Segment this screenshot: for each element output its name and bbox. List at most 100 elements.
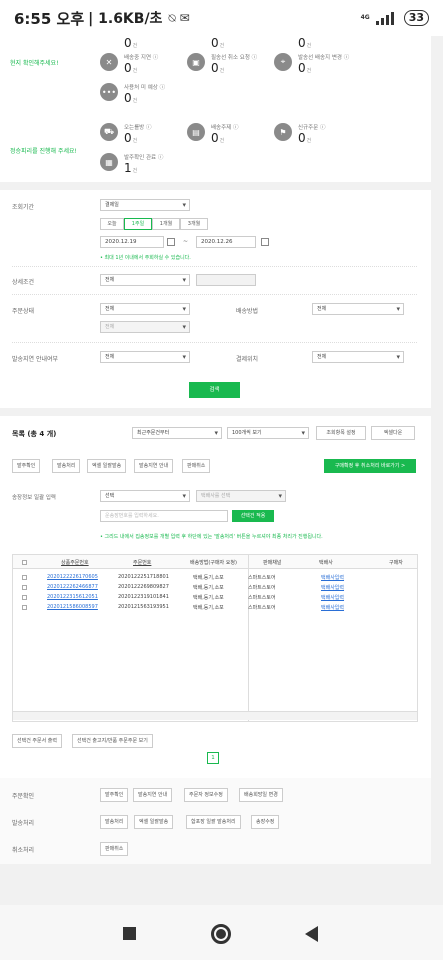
edit-orderer-button[interactable]: 주문자 정보수정: [184, 788, 228, 802]
list-title: 목록 (총 4 개): [12, 430, 57, 438]
excel-ship-button[interactable]: 엑셀 일괄발송: [134, 815, 174, 829]
status-sub-select[interactable]: 전체: [100, 321, 190, 333]
horizontal-scrollbar[interactable]: [13, 711, 417, 720]
calendar-icon[interactable]: [261, 238, 269, 246]
stat-cancel-request[interactable]: ▣ 필송선 취소 요청 ⓘ 0건: [187, 53, 267, 83]
recents-icon[interactable]: [123, 927, 136, 940]
tab-delay-notice[interactable]: 발송지연 안내: [134, 459, 174, 473]
order-item-link[interactable]: 2020122262466877: [47, 584, 98, 590]
sort-select[interactable]: 최근주문건부터: [132, 427, 222, 439]
detail-select[interactable]: 전체: [100, 274, 190, 286]
signal-icon: [375, 11, 398, 25]
stat-order-confirmed[interactable]: ▦ 발주확인 관료 ⓘ 1건: [100, 153, 180, 183]
row-checkbox[interactable]: [22, 585, 27, 590]
network-speed: | 1.6KB/초: [88, 11, 163, 27]
tab-excel-ship[interactable]: 엑셀 일괄발송: [87, 459, 127, 473]
combined-ship-button[interactable]: 합포장 일괄 발송처리: [186, 815, 241, 829]
doc-icon: ▤: [187, 123, 205, 141]
delivery-method: 택배,등기,소포: [193, 595, 224, 601]
mute-icon: ⍉: [168, 10, 176, 25]
col-channel: 판매채널: [263, 560, 282, 566]
page-size-select[interactable]: 100개씩 보기: [227, 427, 309, 439]
page-1-button[interactable]: 1: [207, 752, 219, 764]
stat-new-order[interactable]: ⚑ 신규주문 ⓘ 0건: [274, 123, 354, 153]
back-icon[interactable]: [305, 926, 318, 942]
courier-link[interactable]: 택배사입력: [321, 574, 344, 581]
order-confirm-button[interactable]: 발주확인: [100, 788, 129, 802]
sales-channel: 스마트스토어: [248, 575, 276, 581]
range-1week[interactable]: 1주일: [124, 218, 152, 230]
pay-location-label: 결제위치: [236, 356, 259, 363]
delivery-select[interactable]: 전체: [312, 303, 404, 315]
order-item-link[interactable]: 2020121586008597: [47, 604, 98, 610]
confirm-label: 주문확인: [12, 793, 35, 800]
stat-delivery-delay[interactable]: ✕ 배송중 지연 ⓘ 0건: [100, 53, 180, 83]
order-table: 상품주문번호 주문번호 배송방법(구매자 요청) 판매채널 택배사 구매자 20…: [12, 554, 418, 722]
order-number: 2020122269809827: [118, 584, 169, 590]
paper-icon: ▦: [100, 153, 118, 171]
order-number: 2020122319101841: [118, 594, 169, 600]
range-today[interactable]: 오늘: [100, 218, 124, 230]
order-item-link[interactable]: 2020122315612051: [47, 594, 98, 600]
search-button[interactable]: 검색: [189, 382, 240, 398]
tracking-input[interactable]: 운송장번호를 입력하세요.: [100, 510, 228, 522]
row1-note: 현지 확인해주세요!: [10, 60, 59, 67]
col-order[interactable]: 주문번호: [133, 559, 151, 566]
col-order-item[interactable]: 상품주문번호: [61, 559, 89, 566]
settings-button[interactable]: 조회항목 설정: [316, 426, 366, 440]
ship-info-select[interactable]: 선택: [100, 490, 190, 502]
status-select[interactable]: 전체: [100, 303, 190, 315]
calendar-icon[interactable]: [167, 238, 175, 246]
pay-location-select[interactable]: 전체: [312, 351, 404, 363]
mail-icon: ✉: [179, 11, 190, 25]
col-delivery-method: 배송방법(구매자 요청): [190, 560, 237, 566]
stat-today-ship[interactable]: ⛟ 오는를방 ⓘ 0건: [100, 123, 180, 153]
scroll-gutter: [431, 190, 443, 408]
period-select[interactable]: 결제일: [100, 199, 190, 211]
order-item-link[interactable]: 2020122226170605: [47, 574, 98, 580]
tab-ship[interactable]: 발송처리: [52, 459, 81, 473]
row-checkbox[interactable]: [22, 595, 27, 600]
col-buyer: 구매자: [389, 560, 403, 566]
delay-label: 발송지연 안내여부: [12, 356, 59, 363]
tab-cancel-sale[interactable]: 판매취소: [182, 459, 211, 473]
delay-notice-button[interactable]: 발송지연 안내: [133, 788, 173, 802]
stat-address-change[interactable]: ⌖ 발송선 배송지 변경 ⓘ 0건: [274, 53, 354, 83]
row-checkbox[interactable]: [22, 575, 27, 580]
courier-select[interactable]: 택배사를 선택: [196, 490, 286, 502]
bag-icon: ▣: [187, 53, 205, 71]
scroll-gutter: [431, 416, 443, 778]
apply-selected-button[interactable]: 선택건 적용: [232, 510, 274, 522]
grid-notice: • 그리드 내에서 집송정보를 개별 입력 후 하단에 있는 '발송처리' 버튼…: [100, 534, 323, 540]
delivery-method: 택배,등기,소포: [193, 585, 224, 591]
ship-button[interactable]: 발송처리: [100, 815, 129, 829]
print-order-button[interactable]: 선택건 주문서 출력: [12, 734, 62, 748]
android-nav-bar: [0, 905, 443, 960]
date-to-input[interactable]: 2020.12.26: [196, 236, 256, 248]
courier-link[interactable]: 택배사입력: [321, 594, 344, 601]
detail-input[interactable]: [196, 274, 256, 286]
confirm-cancel-shortcut[interactable]: 구매확정 후 취소처리 바로가기 >: [324, 459, 416, 473]
actions-panel: 주문확인 발주확인 발송지연 안내 주문자 정보수정 배송희망일 변경 발송처리…: [0, 778, 431, 864]
view-return-button[interactable]: 선택건 출고지/반품 주문주문 보기: [72, 734, 153, 748]
excel-download-button[interactable]: 엑셀다운: [371, 426, 415, 440]
cancel-sale-button[interactable]: 판매취소: [100, 842, 129, 856]
select-all-checkbox[interactable]: [22, 560, 27, 565]
delay-select[interactable]: 전체: [100, 351, 190, 363]
tab-order-confirm[interactable]: 발주확인: [12, 459, 41, 473]
sales-channel: 스마트스토어: [248, 585, 276, 591]
date-from-input[interactable]: 2020.12.19: [100, 236, 164, 248]
range-1month[interactable]: 1개월: [152, 218, 180, 230]
order-number: 2020122251718801: [118, 574, 169, 580]
stat-unexpected[interactable]: ••• 사용처 미 예상 ⓘ 0건: [100, 83, 180, 113]
edit-tracking-button[interactable]: 송장수정: [251, 815, 280, 829]
sales-channel: 스마트스토어: [248, 605, 276, 611]
row-checkbox[interactable]: [22, 605, 27, 610]
home-icon[interactable]: [211, 924, 231, 944]
courier-link[interactable]: 택배사입력: [321, 584, 344, 591]
courier-link[interactable]: 택배사입력: [321, 604, 344, 611]
range-3months[interactable]: 3개월: [180, 218, 208, 230]
stat-shipping[interactable]: ▤ 배송주제 ⓘ 0건: [187, 123, 267, 153]
delay-icon: ✕: [100, 53, 118, 71]
change-date-button[interactable]: 배송희망일 변경: [239, 788, 283, 802]
